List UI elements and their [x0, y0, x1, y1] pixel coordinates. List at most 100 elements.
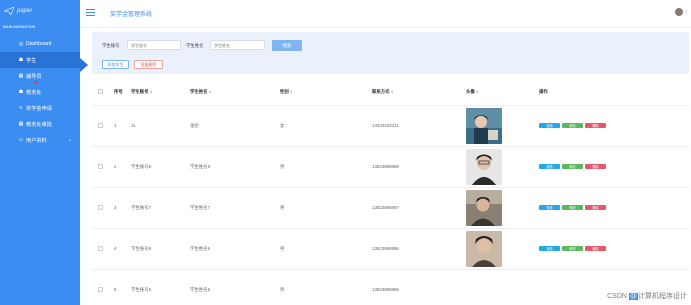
- student-avatar[interactable]: [466, 230, 502, 267]
- sidebar-item-label: 奖学金申请: [26, 105, 52, 112]
- student-avatar[interactable]: [466, 189, 502, 226]
- sort-icon[interactable]: ⇕: [476, 90, 479, 94]
- row-checkbox[interactable]: [98, 286, 103, 292]
- sidebar: paper MAIN NAVIGATION ◎ Dashboard ☗ 学生 ▦ 辅导…: [0, 0, 80, 305]
- sidebar-item-academic-office[interactable]: ☗ 教务处: [0, 84, 80, 100]
- list-icon: ≡: [19, 105, 23, 111]
- batch-delete-button[interactable]: 批量删除: [134, 60, 163, 69]
- col-index: 序号: [114, 80, 131, 106]
- view-button[interactable]: 查看: [539, 163, 560, 170]
- table-row: 2 学生账号8 学生姓名8 男 13823888888 查看 修改 删除: [92, 146, 689, 188]
- search-button[interactable]: 搜索: [272, 40, 302, 51]
- cell-index: 3: [114, 187, 131, 229]
- watermark-suffix: 计算机程序设计: [638, 293, 687, 300]
- col-avatar[interactable]: 头像⇕: [466, 80, 539, 106]
- row-checkbox[interactable]: [98, 163, 103, 169]
- user-avatar[interactable]: [675, 8, 683, 16]
- cell-index: 1: [114, 105, 131, 147]
- table-row: 5 学生账号5 学生姓名5 男 13823888885: [92, 269, 689, 305]
- cell-index: 4: [114, 228, 131, 270]
- delete-button[interactable]: 删除: [585, 204, 606, 211]
- sidebar-item-scholarship-application[interactable]: ≡ 奖学金申请: [0, 100, 80, 116]
- cell-index: 5: [114, 269, 131, 305]
- sidebar-item-label: 辅导员: [26, 73, 42, 80]
- table-row: 3 学生账号7 学生姓名7 男 13823888887 查看 修改 删除: [92, 187, 689, 229]
- sidebar-item-counselor[interactable]: ▦ 辅导员: [0, 68, 80, 84]
- cell-phone: 13823888887: [372, 187, 466, 229]
- paper-plane-icon: [4, 7, 14, 15]
- student-avatar[interactable]: [466, 107, 502, 144]
- cell-gender: 男: [280, 228, 372, 270]
- nav-heading: MAIN NAVIGATION: [3, 25, 36, 29]
- account-label: 学生账号: [102, 43, 120, 48]
- cell-gender: 男: [280, 187, 372, 229]
- col-label: 头像: [466, 89, 475, 95]
- col-label: 学生姓名: [190, 89, 208, 95]
- sidebar-item-label: Dashboard: [26, 41, 52, 47]
- sidebar-item-label: 教务处审批: [26, 121, 52, 128]
- view-button[interactable]: 查看: [539, 122, 560, 129]
- cell-name: 学生姓名6: [190, 228, 280, 270]
- logo-text: paper: [17, 8, 33, 14]
- sidebar-item-dashboard[interactable]: ◎ Dashboard: [0, 36, 80, 52]
- col-phone[interactable]: 联系方式⇕: [372, 80, 466, 106]
- account-search-input[interactable]: [127, 40, 181, 50]
- sort-icon[interactable]: ⇕: [391, 90, 394, 94]
- sidebar-item-label: 教务处: [26, 89, 42, 96]
- edit-button[interactable]: 修改: [562, 245, 583, 252]
- select-all-checkbox[interactable]: [98, 89, 103, 95]
- student-table: 序号 学生账号⇕ 学生姓名⇕ 性别⇕ 联系方式⇕ 头像⇕ 操作 1 11 张岩 …: [92, 80, 689, 305]
- table-header: 序号 学生账号⇕ 学生姓名⇕ 性别⇕ 联系方式⇕ 头像⇕ 操作: [92, 80, 689, 106]
- view-button[interactable]: 查看: [539, 204, 560, 211]
- user-menu-icon[interactable]: ⋮: [684, 10, 689, 16]
- delete-button[interactable]: 删除: [585, 122, 606, 129]
- logo[interactable]: paper: [0, 0, 80, 22]
- cell-phone: 13823888888: [372, 146, 466, 188]
- view-button[interactable]: 查看: [539, 245, 560, 252]
- cell-account: 11: [131, 105, 190, 147]
- edit-button[interactable]: 修改: [562, 122, 583, 129]
- sidebar-item-students[interactable]: ☗ 学生: [0, 52, 80, 68]
- delete-button[interactable]: 删除: [585, 163, 606, 170]
- add-student-button[interactable]: 添加学生: [102, 60, 129, 69]
- home-icon: ☗: [18, 57, 24, 63]
- col-label: 联系方式: [372, 89, 390, 95]
- search-panel: 学生账号 学生姓名 搜索 添加学生 批量删除: [92, 32, 689, 74]
- grid-icon: ▦: [18, 121, 24, 127]
- row-checkbox[interactable]: [98, 245, 103, 251]
- cell-name: 学生姓名7: [190, 187, 280, 229]
- cell-name: 学生姓名8: [190, 146, 280, 188]
- col-name[interactable]: 学生姓名⇕: [190, 80, 280, 106]
- row-checkbox[interactable]: [98, 122, 103, 128]
- col-label: 性别: [280, 89, 289, 95]
- edit-button[interactable]: 修改: [562, 204, 583, 211]
- sort-icon[interactable]: ⇕: [290, 90, 293, 94]
- cell-account: 学生账号5: [131, 269, 190, 305]
- watermark: CSDN @计算机程序设计: [607, 291, 687, 301]
- sort-icon[interactable]: ⇕: [209, 90, 212, 94]
- cell-account: 学生账号6: [131, 228, 190, 270]
- cell-phone: 13823888886: [372, 228, 466, 270]
- delete-button[interactable]: 删除: [585, 245, 606, 252]
- edit-button[interactable]: 修改: [562, 163, 583, 170]
- name-search-input[interactable]: [210, 40, 265, 50]
- active-indicator: [80, 58, 88, 72]
- circle-icon: ◎: [18, 41, 24, 47]
- student-avatar[interactable]: [466, 148, 502, 185]
- col-gender[interactable]: 性别⇕: [280, 80, 372, 106]
- sidebar-item-office-approval[interactable]: ▦ 教务处审批: [0, 116, 80, 132]
- topbar: 奖学金管理系统 ⋮: [80, 0, 691, 28]
- sort-icon[interactable]: ⇕: [150, 90, 153, 94]
- col-account[interactable]: 学生账号⇕: [131, 80, 190, 106]
- row-checkbox[interactable]: [98, 204, 103, 210]
- cell-index: 2: [114, 146, 131, 188]
- col-label: 操作: [539, 89, 548, 95]
- app-title: 奖学金管理系统: [110, 12, 153, 18]
- cell-name: 学生姓名5: [190, 269, 280, 305]
- cell-account: 学生账号8: [131, 146, 190, 188]
- name-label: 学生姓名: [186, 43, 204, 48]
- cell-gender: 女: [280, 105, 372, 147]
- menu-toggle-icon[interactable]: [86, 9, 95, 16]
- watermark-badge: @: [628, 293, 638, 300]
- sidebar-item-user-profile[interactable]: ▭ 用户资料 ⌄: [0, 132, 80, 148]
